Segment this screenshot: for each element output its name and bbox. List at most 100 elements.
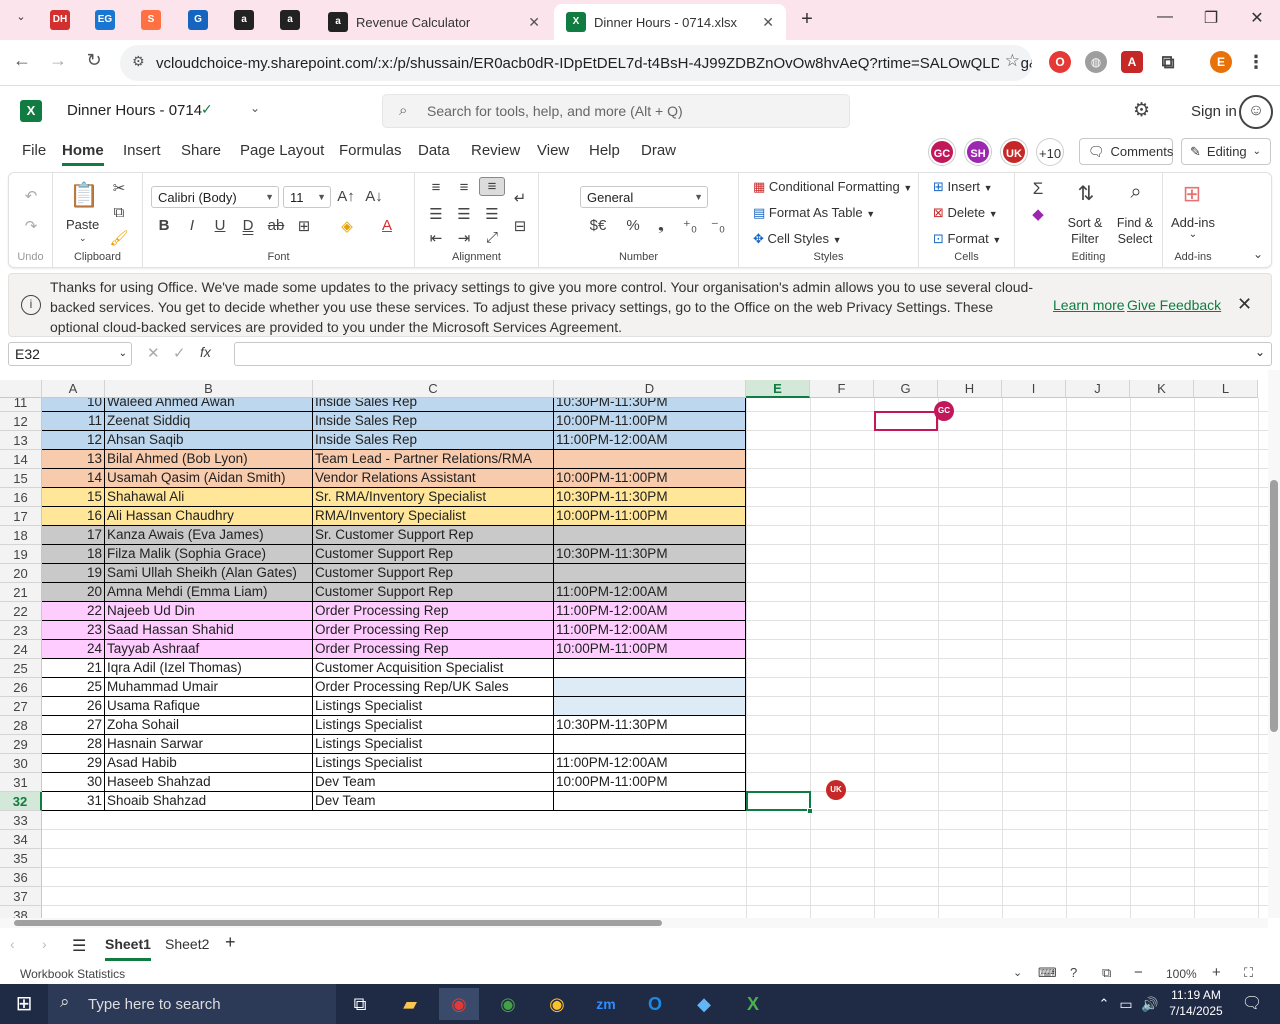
- decrease-font-icon[interactable]: A↓: [363, 188, 385, 205]
- cell-a[interactable]: 17: [42, 526, 105, 545]
- italic-icon[interactable]: I: [181, 217, 203, 234]
- zoom-level[interactable]: 100%: [1166, 967, 1197, 981]
- cell-c[interactable]: Inside Sales Rep: [313, 412, 554, 431]
- tab-revenue-calculator[interactable]: a Revenue Calculator ✕: [316, 4, 552, 40]
- currency-icon[interactable]: $€: [583, 217, 613, 234]
- extension-globe-icon[interactable]: ◍: [1085, 51, 1107, 73]
- cell-a[interactable]: 15: [42, 488, 105, 507]
- increase-indent-icon[interactable]: ⇥: [453, 229, 475, 247]
- tab-draw[interactable]: Draw: [641, 142, 676, 159]
- row-header[interactable]: 20: [0, 564, 42, 583]
- cell-a[interactable]: 14: [42, 469, 105, 488]
- cell-b[interactable]: Usama Rafique: [105, 697, 313, 716]
- cell-a[interactable]: 21: [42, 659, 105, 678]
- cell-b[interactable]: Shahawal Ali: [105, 488, 313, 507]
- reload-icon[interactable]: ↻: [81, 50, 107, 71]
- cell-d[interactable]: [554, 792, 746, 811]
- column-header[interactable]: K: [1130, 380, 1194, 398]
- insert-function-icon[interactable]: fx: [200, 344, 211, 360]
- cell-d[interactable]: 11:00PM-12:00AM: [554, 583, 746, 602]
- align-bottom-icon[interactable]: ≡: [479, 177, 505, 196]
- close-tab-icon[interactable]: ✕: [528, 14, 540, 31]
- row-header[interactable]: 27: [0, 697, 42, 716]
- excel-taskbar-icon[interactable]: X: [733, 988, 773, 1020]
- cell-c[interactable]: Order Processing Rep: [313, 621, 554, 640]
- orientation-icon[interactable]: ⤢: [481, 229, 503, 246]
- pinned-tab-3[interactable]: S: [141, 10, 161, 30]
- row-header[interactable]: 37: [0, 887, 42, 906]
- merge-center-icon[interactable]: ⊟: [509, 217, 531, 235]
- clock[interactable]: 11:19 AM 7/14/2025: [1164, 987, 1228, 1019]
- collaborator-badge-gc[interactable]: GC: [934, 401, 954, 421]
- cell-a[interactable]: 28: [42, 735, 105, 754]
- font-color-icon[interactable]: A: [376, 217, 398, 234]
- task-view-icon[interactable]: ⧉: [340, 988, 380, 1020]
- chrome-profile-2-icon[interactable]: ◉: [488, 988, 528, 1020]
- cell-a[interactable]: 31: [42, 792, 105, 811]
- pinned-tab-amazon-1[interactable]: a: [234, 10, 254, 30]
- row-header[interactable]: 16: [0, 488, 42, 507]
- bold-icon[interactable]: B: [153, 217, 175, 234]
- cell-d[interactable]: 11:00PM-12:00AM: [554, 602, 746, 621]
- row-header[interactable]: 13: [0, 431, 42, 450]
- cell-b[interactable]: Bilal Ahmed (Bob Lyon): [105, 450, 313, 469]
- format-as-table-button[interactable]: ▤ Format As Table ▼: [753, 205, 875, 221]
- cell-d[interactable]: 10:30PM-11:30PM: [554, 545, 746, 564]
- cell-d[interactable]: [554, 697, 746, 716]
- cut-icon[interactable]: ✂: [108, 179, 130, 197]
- cell-a[interactable]: 19: [42, 564, 105, 583]
- cell-b[interactable]: Usamah Qasim (Aidan Smith): [105, 469, 313, 488]
- cell-a[interactable]: 27: [42, 716, 105, 735]
- increase-font-icon[interactable]: A↑: [335, 188, 357, 205]
- row-header[interactable]: 25: [0, 659, 42, 678]
- column-header[interactable]: I: [1002, 380, 1066, 398]
- cell-a[interactable]: 13: [42, 450, 105, 469]
- row-header[interactable]: 26: [0, 678, 42, 697]
- sort-filter-button[interactable]: Sort & Filter: [1063, 215, 1107, 247]
- cell-b[interactable]: Hasnain Sarwar: [105, 735, 313, 754]
- cell-b[interactable]: Zoha Sohail: [105, 716, 313, 735]
- settings-gear-icon[interactable]: ⚙: [1133, 99, 1150, 122]
- collaborator-avatar-sh[interactable]: SH: [965, 139, 991, 165]
- cell-c[interactable]: Customer Support Rep: [313, 583, 554, 602]
- bookmark-star-icon[interactable]: ☆: [998, 51, 1020, 71]
- decrease-indent-icon[interactable]: ⇤: [425, 229, 447, 247]
- cell-d[interactable]: 10:00PM-11:00PM: [554, 469, 746, 488]
- cell-c[interactable]: Customer Acquisition Specialist: [313, 659, 554, 678]
- paste-button[interactable]: Paste: [66, 217, 99, 232]
- pinned-tab-2[interactable]: EG: [95, 10, 115, 30]
- row-header[interactable]: 12: [0, 412, 42, 431]
- column-header[interactable]: F: [810, 380, 874, 398]
- row-header[interactable]: 18: [0, 526, 42, 545]
- cell-b[interactable]: Haseeb Shahzad: [105, 773, 313, 792]
- cell-a[interactable]: 24: [42, 640, 105, 659]
- cell-a[interactable]: 22: [42, 602, 105, 621]
- cell-b[interactable]: Filza Malik (Sophia Grace): [105, 545, 313, 564]
- row-header[interactable]: 31: [0, 773, 42, 792]
- paste-icon[interactable]: 📋: [69, 181, 99, 210]
- cell-c[interactable]: Dev Team: [313, 773, 554, 792]
- extension-pdf-icon[interactable]: A: [1121, 51, 1143, 73]
- column-header[interactable]: J: [1066, 380, 1130, 398]
- comments-button[interactable]: 🗨 Comments: [1079, 138, 1173, 165]
- restore-icon[interactable]: ❐: [1196, 8, 1226, 28]
- cell-c[interactable]: Listings Specialist: [313, 697, 554, 716]
- search-input[interactable]: ⌕ Search for tools, help, and more (Alt …: [382, 94, 850, 128]
- redo-icon[interactable]: ↷: [20, 217, 42, 235]
- spreadsheet-grid[interactable]: 11 12 13 14 15 16 17 18 19 20 21 22 23 24 25 26 27 28 29 30…: [0, 380, 1268, 918]
- confirm-entry-icon[interactable]: ✓: [173, 344, 186, 362]
- cell-b[interactable]: Shoaib Shahzad: [105, 792, 313, 811]
- zoom-out-icon[interactable]: −: [1134, 964, 1143, 981]
- cell-d[interactable]: 11:00PM-12:00AM: [554, 754, 746, 773]
- cell-c[interactable]: Order Processing Rep/UK Sales: [313, 678, 554, 697]
- cell-b[interactable]: Kanza Awais (Eva James): [105, 526, 313, 545]
- excel-logo-icon[interactable]: X: [20, 100, 42, 122]
- wrap-text-icon[interactable]: ↵: [509, 189, 531, 207]
- cell-c[interactable]: Sr. RMA/Inventory Specialist: [313, 488, 554, 507]
- cell-a[interactable]: 11: [42, 412, 105, 431]
- strikethrough-icon[interactable]: ab: [265, 217, 287, 234]
- tab-review[interactable]: Review: [471, 142, 520, 159]
- chrome-profile-3-icon[interactable]: ◉: [537, 988, 577, 1020]
- number-format-dropdown[interactable]: General ▼: [580, 186, 708, 208]
- cell-a[interactable]: 26: [42, 697, 105, 716]
